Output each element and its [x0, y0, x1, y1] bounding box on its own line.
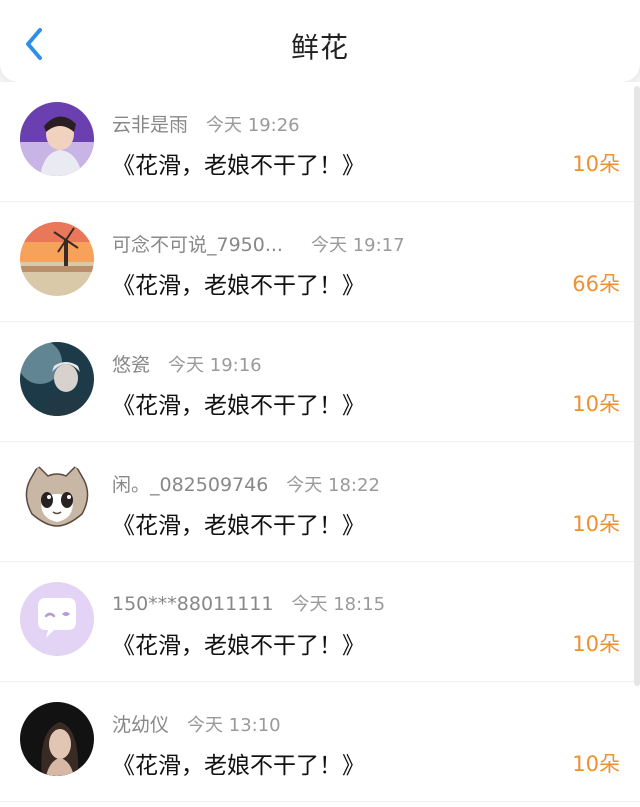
sender-line: 沈幼仪 今天 13:10: [112, 710, 281, 737]
flower-count: 10朵: [572, 632, 620, 656]
timestamp: 今天 19:26: [206, 115, 300, 136]
sender-name: 沈幼仪: [112, 714, 170, 736]
flower-count: 10朵: [572, 512, 620, 536]
flower-count: 66朵: [572, 272, 620, 296]
gift-message: 《花滑，老娘不干了！》: [112, 753, 365, 779]
gift-message: 《花滑，老娘不干了！》: [112, 633, 365, 659]
list-item[interactable]: 150***88011111 今天 18:15 《花滑，老娘不干了！》 10朵: [0, 562, 640, 682]
sender-line: 150***88011111 今天 18:15: [112, 590, 385, 616]
list-item[interactable]: 沈幼仪 今天 13:10 《花滑，老娘不干了！》 10朵: [0, 682, 640, 802]
avatar[interactable]: [20, 462, 94, 536]
sender-line: 可念不可说_7950... 今天 19:17: [112, 230, 405, 257]
scrollbar[interactable]: [634, 86, 640, 686]
list-item[interactable]: 闲。_082509746 今天 18:22 《花滑，老娘不干了！》 10朵: [0, 442, 640, 562]
sender-name: 闲。_082509746: [112, 474, 269, 496]
sender-name: 悠瓷: [112, 354, 151, 376]
timestamp: 今天 19:17: [310, 235, 405, 256]
sender-name: 可念不可说_7950...: [112, 234, 283, 256]
avatar[interactable]: [20, 102, 94, 176]
sender-name: 150***88011111: [112, 593, 274, 615]
avatar[interactable]: [20, 342, 94, 416]
gift-message: 《花滑，老娘不干了！》: [112, 513, 365, 539]
divider: [0, 801, 640, 802]
flower-gift-list: 云非是雨 今天 19:26 《花滑，老娘不干了！》 10朵 可念不可说_7950.…: [0, 82, 640, 807]
avatar[interactable]: [20, 222, 94, 296]
sender-name: 云非是雨: [112, 114, 189, 136]
flower-count: 10朵: [572, 392, 620, 416]
sender-line: 闲。_082509746 今天 18:22: [112, 470, 380, 497]
list-item[interactable]: 悠瓷 今天 19:16 《花滑，老娘不干了！》 10朵: [0, 322, 640, 442]
gift-message: 《花滑，老娘不干了！》: [112, 393, 365, 419]
sender-line: 悠瓷 今天 19:16: [112, 350, 262, 377]
timestamp: 今天 18:22: [286, 475, 380, 496]
top-bar: 鲜花: [0, 0, 640, 82]
avatar[interactable]: [20, 582, 94, 656]
list-item[interactable]: 可念不可说_7950... 今天 19:17 《花滑，老娘不干了！》 66朵: [0, 202, 640, 322]
gift-message: 《花滑，老娘不干了！》: [112, 153, 365, 179]
flower-count: 10朵: [572, 152, 620, 176]
timestamp: 今天 13:10: [187, 715, 281, 736]
avatar[interactable]: [20, 702, 94, 776]
page-title: 鲜花: [290, 31, 349, 64]
list-item[interactable]: 云非是雨 今天 19:26 《花滑，老娘不干了！》 10朵: [0, 82, 640, 202]
gift-message: 《花滑，老娘不干了！》: [112, 273, 365, 299]
timestamp: 今天 19:16: [168, 355, 262, 376]
flower-count: 10朵: [572, 752, 620, 776]
sender-line: 云非是雨 今天 19:26: [112, 110, 300, 137]
timestamp: 今天 18:15: [291, 594, 386, 615]
